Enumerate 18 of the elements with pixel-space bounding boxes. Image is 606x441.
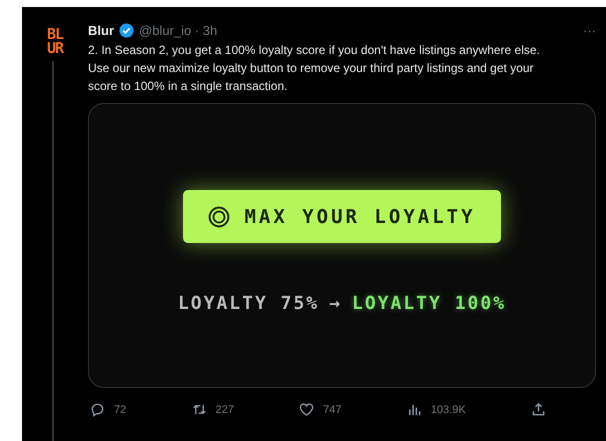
handle-and-time: @blur_io · 3h (139, 22, 218, 38)
retweet-icon[interactable] (192, 402, 207, 417)
author-name[interactable]: Blur (88, 22, 114, 38)
share-icon[interactable] (530, 402, 546, 417)
avatar-logo[interactable]: BL UR (46, 21, 64, 55)
more-button[interactable]: ··· (583, 22, 596, 38)
action-count: 103.9K (430, 404, 466, 416)
arrow-glyph: → (329, 293, 342, 314)
coin-icon (208, 206, 230, 228)
reply-icon[interactable] (90, 402, 105, 417)
max-loyalty: LOYALTY 100% (352, 293, 506, 314)
current-loyalty: LOYALTY 75% (178, 293, 320, 314)
action-count: 72 (114, 404, 126, 416)
bar-chart-icon[interactable] (406, 402, 422, 417)
action-count: 747 (323, 404, 342, 416)
tweet-text: 2. In Season 2, you get a 100% loyalty score if you don't have listings anywhere else. Use our new maximize loyalty button to remove your third party listings and get your score to 100% in a single transaction. (88, 42, 541, 95)
heart-icon[interactable] (299, 402, 314, 417)
action-count: 227 (216, 404, 234, 416)
